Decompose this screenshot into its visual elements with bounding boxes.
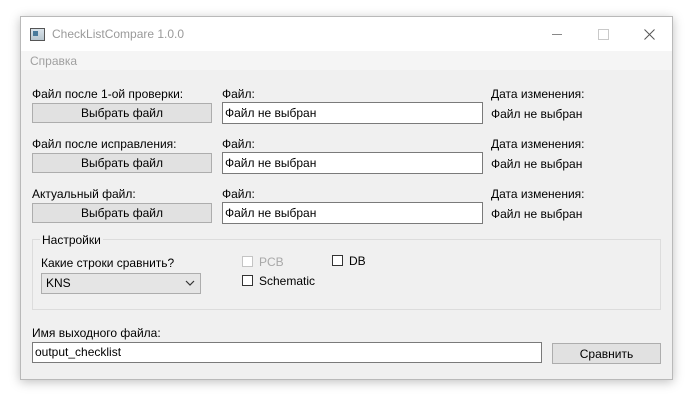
schematic-checkbox-label: Schematic (259, 274, 316, 288)
minimize-button[interactable] (534, 17, 580, 51)
date-label-1: Дата изменения: (491, 87, 585, 101)
date-value-2: Файл не выбран (491, 157, 583, 171)
date-label-3: Дата изменения: (491, 187, 585, 201)
app-icon (30, 28, 45, 41)
first-check-file-label: Файл после 1-ой проверки: (32, 87, 184, 101)
compare-rows-combobox[interactable]: KNS (41, 273, 201, 294)
fixed-file-label: Файл после исправления: (32, 137, 177, 151)
select-first-file-button[interactable]: Выбрать файл (32, 103, 212, 123)
app-window: CheckListCompare 1.0.0 Справка Файл посл… (20, 16, 673, 380)
maximize-icon (597, 28, 609, 40)
title-bar: CheckListCompare 1.0.0 (21, 17, 672, 51)
minimize-icon (552, 33, 562, 35)
window-title: CheckListCompare 1.0.0 (52, 27, 185, 41)
compare-button[interactable]: Сравнить (552, 343, 661, 364)
schematic-checkbox[interactable] (242, 275, 253, 286)
close-icon (643, 28, 655, 40)
db-checkbox[interactable] (332, 255, 343, 266)
date-label-2: Дата изменения: (491, 137, 585, 151)
menu-bar: Справка (21, 51, 672, 70)
pcb-checkbox[interactable] (242, 256, 253, 267)
file-label-2: Файл: (222, 137, 255, 151)
file-field-2[interactable]: Файл не выбран (222, 152, 483, 174)
pcb-checkbox-label: PCB (259, 255, 284, 269)
close-button[interactable] (626, 17, 672, 51)
compare-rows-label: Какие строки сравнить? (41, 256, 175, 270)
file-field-1[interactable]: Файл не выбран (222, 102, 483, 124)
date-value-3: Файл не выбран (491, 207, 583, 221)
file-label-1: Файл: (222, 87, 255, 101)
output-file-field[interactable]: output_checklist (32, 342, 542, 363)
file-label-3: Файл: (222, 187, 255, 201)
current-file-label: Актуальный файл: (32, 187, 136, 201)
chevron-down-icon (185, 280, 195, 286)
output-file-label: Имя выходного файла: (32, 326, 161, 340)
date-value-1: Файл не выбран (491, 107, 583, 121)
db-checkbox-label: DB (349, 254, 366, 268)
menu-help[interactable]: Справка (30, 54, 77, 68)
file-field-3[interactable]: Файл не выбран (222, 202, 483, 224)
settings-group-title: Настройки (40, 233, 103, 247)
select-current-file-button[interactable]: Выбрать файл (32, 203, 212, 223)
select-fixed-file-button[interactable]: Выбрать файл (32, 153, 212, 173)
compare-rows-selected: KNS (46, 276, 71, 290)
maximize-button[interactable] (580, 17, 626, 51)
